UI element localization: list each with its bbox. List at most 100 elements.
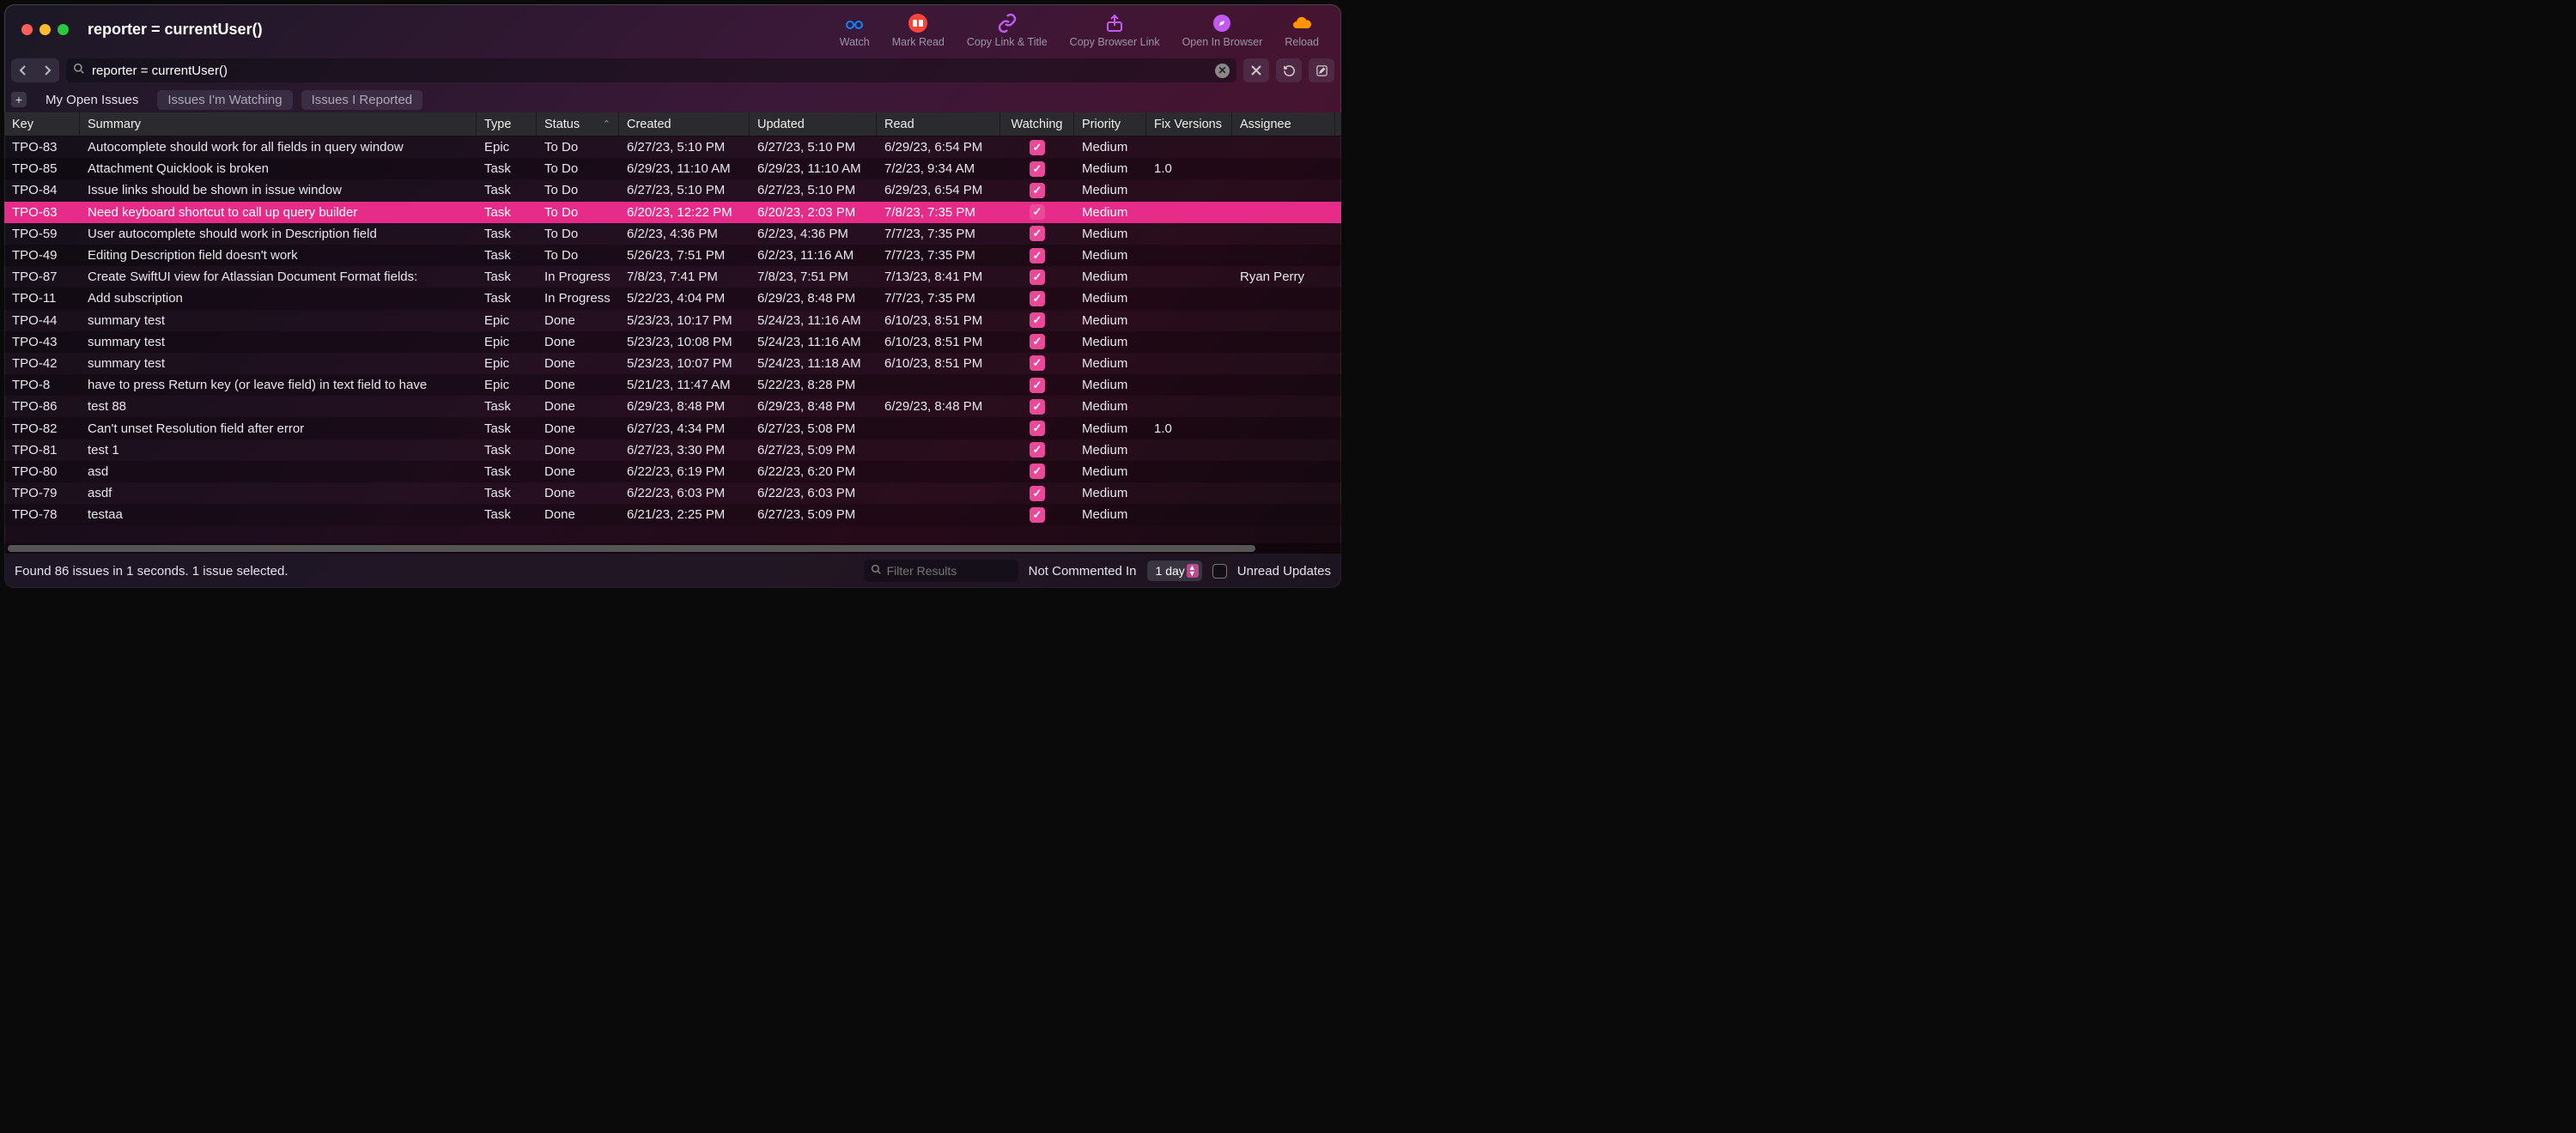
cell-fix — [1146, 310, 1232, 331]
watching-checkbox[interactable]: ✓ — [1030, 204, 1045, 220]
unread-updates-checkbox[interactable] — [1212, 564, 1227, 579]
col-priority[interactable]: Priority — [1074, 112, 1146, 136]
cell-type: Task — [477, 417, 537, 439]
col-watching[interactable]: Watching — [1000, 112, 1074, 136]
cell-created: 5/22/23, 4:04 PM — [619, 288, 750, 309]
cell-updated: 5/22/23, 8:28 PM — [750, 374, 877, 396]
table-row[interactable]: TPO-80asdTaskDone6/22/23, 6:19 PM6/22/23… — [4, 461, 1341, 482]
tab-issues-reported[interactable]: Issues I Reported — [301, 90, 423, 110]
cell-key: TPO-85 — [4, 158, 80, 179]
cell-created: 5/21/23, 11:47 AM — [619, 374, 750, 396]
cell-assignee — [1232, 374, 1335, 396]
open-in-browser-label: Open In Browser — [1182, 36, 1263, 48]
close-window-button[interactable] — [21, 24, 33, 35]
table-row[interactable]: TPO-79asdfTaskDone6/22/23, 6:03 PM6/22/2… — [4, 482, 1341, 504]
cell-summary: Editing Description field doesn't work — [80, 245, 477, 266]
col-created[interactable]: Created — [619, 112, 750, 136]
watching-checkbox[interactable]: ✓ — [1030, 270, 1045, 285]
table-row[interactable]: TPO-8have to press Return key (or leave … — [4, 374, 1341, 396]
table-row[interactable]: TPO-43summary testEpicDone5/23/23, 10:08… — [4, 331, 1341, 353]
table-row[interactable]: TPO-86test 88TaskDone6/29/23, 8:48 PM6/2… — [4, 396, 1341, 417]
table-row[interactable]: TPO-83Autocomplete should work for all f… — [4, 136, 1341, 158]
table-row[interactable]: TPO-84Issue links should be shown in iss… — [4, 179, 1341, 201]
cell-priority: Medium — [1074, 202, 1146, 223]
cell-type: Epic — [477, 374, 537, 396]
table-row[interactable]: TPO-59User autocomplete should work in D… — [4, 223, 1341, 245]
watch-button[interactable]: Watch — [840, 11, 870, 48]
chevron-updown-icon: ▲▼ — [1188, 565, 1196, 577]
cell-fix — [1146, 439, 1232, 461]
cell-created: 6/29/23, 11:10 AM — [619, 158, 750, 179]
open-in-browser-button[interactable]: Open In Browser — [1182, 11, 1263, 48]
filter-results-input[interactable] — [887, 564, 1042, 578]
col-read[interactable]: Read — [877, 112, 1000, 136]
watching-checkbox[interactable]: ✓ — [1030, 378, 1045, 393]
mark-read-button[interactable]: Mark Read — [892, 11, 945, 48]
sort-indicator-icon: ⌃ — [603, 118, 611, 130]
watching-checkbox[interactable]: ✓ — [1030, 355, 1045, 371]
table-row[interactable]: TPO-82Can't unset Resolution field after… — [4, 417, 1341, 439]
cell-created: 6/29/23, 8:48 PM — [619, 396, 750, 417]
col-status[interactable]: Status⌃ — [537, 112, 619, 136]
watching-checkbox[interactable]: ✓ — [1030, 334, 1045, 349]
copy-browser-link-button[interactable]: Copy Browser Link — [1070, 11, 1160, 48]
zoom-window-button[interactable] — [58, 24, 69, 35]
table-row[interactable]: TPO-63Need keyboard shortcut to call up … — [4, 202, 1341, 223]
tab-my-open-issues[interactable]: My Open Issues — [35, 90, 149, 110]
cell-watching: ✓ — [1000, 504, 1074, 525]
watching-checkbox[interactable]: ✓ — [1030, 248, 1045, 264]
table-row[interactable]: TPO-87Create SwiftUI view for Atlassian … — [4, 266, 1341, 288]
cell-key: TPO-42 — [4, 353, 80, 374]
cell-updated: 5/24/23, 11:16 AM — [750, 331, 877, 353]
table-row[interactable]: TPO-11Add subscriptionTaskIn Progress5/2… — [4, 288, 1341, 309]
cell-type: Task — [477, 223, 537, 245]
watching-checkbox[interactable]: ✓ — [1030, 183, 1045, 198]
watching-checkbox[interactable]: ✓ — [1030, 226, 1045, 241]
table-body[interactable]: TPO-83Autocomplete should work for all f… — [4, 136, 1341, 543]
tab-issues-watching[interactable]: Issues I'm Watching — [157, 90, 292, 110]
table-row[interactable]: TPO-85Attachment Quicklook is brokenTask… — [4, 158, 1341, 179]
reload-button[interactable]: Reload — [1285, 11, 1319, 48]
col-summary[interactable]: Summary — [80, 112, 477, 136]
table-row[interactable]: TPO-78testaaTaskDone6/21/23, 2:25 PM6/27… — [4, 504, 1341, 525]
compass-icon — [1212, 13, 1232, 33]
watching-checkbox[interactable]: ✓ — [1030, 161, 1045, 177]
query-input[interactable] — [92, 64, 1208, 78]
clear-query-button[interactable]: ✕ — [1215, 64, 1230, 78]
cell-read — [877, 439, 1000, 461]
edit-button[interactable] — [1309, 58, 1334, 82]
watching-checkbox[interactable]: ✓ — [1030, 140, 1045, 155]
table-row[interactable]: TPO-49Editing Description field doesn't … — [4, 245, 1341, 266]
refresh-button[interactable] — [1276, 58, 1302, 82]
tabs-row: + My Open Issues Issues I'm Watching Iss… — [4, 87, 1341, 112]
cell-priority: Medium — [1074, 245, 1146, 266]
watching-checkbox[interactable]: ✓ — [1030, 507, 1045, 523]
query-field-wrap: ✕ — [66, 58, 1236, 82]
cell-updated: 6/22/23, 6:03 PM — [750, 482, 877, 504]
duration-select[interactable]: 1 day ▲▼ — [1147, 560, 1202, 581]
copy-link-title-button[interactable]: Copy Link & Title — [967, 11, 1048, 48]
watching-checkbox[interactable]: ✓ — [1030, 291, 1045, 306]
minimize-window-button[interactable] — [39, 24, 51, 35]
watching-checkbox[interactable]: ✓ — [1030, 421, 1045, 436]
cancel-button[interactable] — [1243, 58, 1269, 82]
table-row[interactable]: TPO-44summary testEpicDone5/23/23, 10:17… — [4, 310, 1341, 331]
watching-checkbox[interactable]: ✓ — [1030, 312, 1045, 328]
col-assignee[interactable]: Assignee — [1232, 112, 1335, 136]
back-button[interactable] — [11, 58, 35, 82]
col-updated[interactable]: Updated — [750, 112, 877, 136]
col-type[interactable]: Type — [477, 112, 537, 136]
watching-checkbox[interactable]: ✓ — [1030, 399, 1045, 415]
col-key[interactable]: Key — [4, 112, 80, 136]
watching-checkbox[interactable]: ✓ — [1030, 442, 1045, 457]
reload-label: Reload — [1285, 36, 1319, 48]
forward-button[interactable] — [35, 58, 59, 82]
watching-checkbox[interactable]: ✓ — [1030, 486, 1045, 501]
table-row[interactable]: TPO-81test 1TaskDone6/27/23, 3:30 PM6/27… — [4, 439, 1341, 461]
table-row[interactable]: TPO-42summary testEpicDone5/23/23, 10:07… — [4, 353, 1341, 374]
watching-checkbox[interactable]: ✓ — [1030, 464, 1045, 479]
add-tab-button[interactable]: + — [11, 92, 27, 107]
col-fix-versions[interactable]: Fix Versions — [1146, 112, 1232, 136]
cell-created: 6/22/23, 6:03 PM — [619, 482, 750, 504]
horizontal-scrollbar[interactable] — [4, 543, 1341, 554]
